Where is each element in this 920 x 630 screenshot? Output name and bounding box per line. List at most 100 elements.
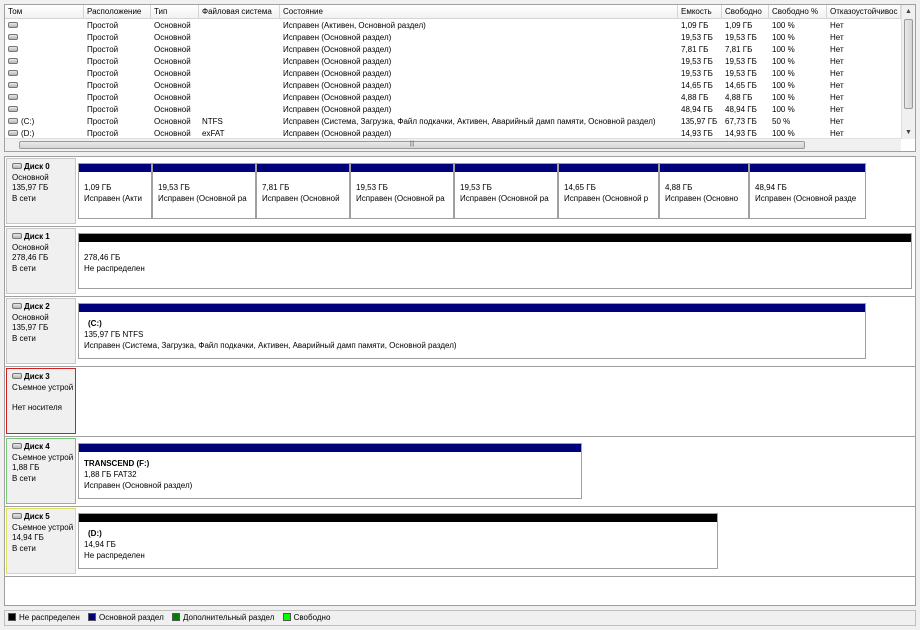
table-row[interactable]: Простой Основной Исправен (Основной раздел… <box>5 92 901 104</box>
disk-label-3[interactable]: Диск 3 Съемное устрой Нет носителя <box>6 368 76 434</box>
cell-volume <box>5 92 84 104</box>
legend: Не распределен Основной раздел Дополните… <box>4 610 916 626</box>
unallocated-block-d[interactable]: (D:) 14,94 ГБ Не распределен <box>78 513 718 569</box>
cell-fault-tolerance: Нет <box>830 33 844 42</box>
disk-label-2[interactable]: Диск 2 Основной 135,97 ГБ В сети <box>6 298 76 364</box>
column-header-volume[interactable]: Том <box>5 5 84 19</box>
disk-label-5[interactable]: Диск 5 Съемное устрой 14,94 ГБ В сети <box>6 508 76 574</box>
column-header-capacity[interactable]: Емкость <box>678 5 722 19</box>
partition-block[interactable]: 48,94 ГБ Исправен (Основной разде <box>749 163 866 219</box>
column-header-file-system[interactable]: Файловая система <box>199 5 280 19</box>
cell-free-percent: 100 % <box>772 45 795 54</box>
unallocated-block[interactable]: 278,46 ГБ Не распределен <box>78 233 912 289</box>
cell-layout: Простой <box>87 93 119 102</box>
cell-free-percent: 100 % <box>772 81 795 90</box>
disk-name: Диск 3 <box>12 372 75 383</box>
cell-type: Основной <box>154 57 191 66</box>
partition-size: 14,94 ГБ <box>84 540 116 549</box>
disk-status: В сети <box>12 333 36 343</box>
column-header-free[interactable]: Свободно <box>722 5 769 19</box>
table-row[interactable]: Простой Основной Исправен (Основной раздел… <box>5 44 901 56</box>
cell-free: 19,53 ГБ <box>725 69 757 78</box>
disk-type: Съемное устрой <box>12 522 74 532</box>
cell-status: Исправен (Основной раздел) <box>283 33 392 42</box>
cell-status: Исправен (Основной раздел) <box>283 57 392 66</box>
table-row[interactable]: Простой Основной Исправен (Основной раздел… <box>5 80 901 92</box>
partition-size: 19,53 ГБ <box>460 183 492 192</box>
cell-free: 67,73 ГБ <box>725 117 757 126</box>
cell-status: Исправен (Система, Загрузка, Файл подкач… <box>283 117 656 126</box>
column-header-type[interactable]: Тип <box>151 5 199 19</box>
volume-icon <box>8 117 18 124</box>
legend-item-extended: Дополнительный раздел <box>171 611 274 625</box>
disk-status: Нет носителя <box>12 403 62 412</box>
table-row[interactable]: Простой Основной Исправен (Основной раздел… <box>5 104 901 116</box>
cell-type: Основной <box>154 81 191 90</box>
volume-icon <box>8 105 18 112</box>
cell-status: Исправен (Активен, Основной раздел) <box>283 21 426 30</box>
partition-size: 19,53 ГБ <box>356 183 388 192</box>
partition-block[interactable]: 14,65 ГБ Исправен (Основной р <box>558 163 659 219</box>
table-row[interactable]: Простой Основной Исправен (Основной раздел… <box>5 56 901 68</box>
disk-label-0[interactable]: Диск 0 Основной 135,97 ГБ В сети <box>6 158 76 224</box>
cell-fault-tolerance: Нет <box>830 69 844 78</box>
disk-size: 278,46 ГБ <box>12 253 49 262</box>
column-header-free-percent[interactable]: Свободно % <box>769 5 827 19</box>
disk-row-4: Диск 4 Съемное устрой 1,88 ГБ В сети TRA… <box>5 437 915 507</box>
volume-list-horizontal-scrollbar[interactable]: ||| <box>5 138 901 151</box>
table-row[interactable]: Простой Основной Исправен (Основной раздел… <box>5 32 901 44</box>
cell-type: Основной <box>154 105 191 114</box>
cell-capacity: 7,81 ГБ <box>681 45 709 54</box>
partition-state: Исправен (Основной ра <box>356 194 445 203</box>
legend-swatch <box>171 613 180 621</box>
cell-volume <box>5 80 84 92</box>
disk-row-2: Диск 2 Основной 135,97 ГБ В сети (C:) 135… <box>5 297 915 367</box>
cell-layout: Простой <box>87 33 119 42</box>
cell-status: Исправен (Основной раздел) <box>283 81 392 90</box>
partition-block[interactable]: 19,53 ГБ Исправен (Основной ра <box>454 163 558 219</box>
cell-free: 4,88 ГБ <box>725 93 753 102</box>
scroll-up-arrow-icon[interactable]: ▲ <box>902 5 915 18</box>
partition-block[interactable]: 19,53 ГБ Исправен (Основной ра <box>152 163 256 219</box>
disk-type: Основной <box>12 172 49 182</box>
cell-type: Основной <box>154 117 191 126</box>
table-row[interactable]: Простой Основной Исправен (Активен, Основн… <box>5 20 901 32</box>
horizontal-scroll-thumb[interactable]: ||| <box>19 141 805 149</box>
column-header-fault-tolerance[interactable]: Отказоустойчивос <box>827 5 901 19</box>
cell-file-system: NTFS <box>202 117 223 126</box>
cell-file-system <box>199 32 280 44</box>
cell-capacity: 1,09 ГБ <box>681 21 709 30</box>
cell-free-percent: 100 % <box>772 33 795 42</box>
partition-block[interactable]: 7,81 ГБ Исправен (Основной <box>256 163 350 219</box>
disk-label-4[interactable]: Диск 4 Съемное устрой 1,88 ГБ В сети <box>6 438 76 504</box>
partition-block[interactable]: 1,09 ГБ Исправен (Акти <box>78 163 152 219</box>
volume-icon <box>8 129 18 136</box>
scroll-down-arrow-icon[interactable]: ▼ <box>902 126 915 139</box>
legend-item-unallocated: Не распределен <box>8 611 80 625</box>
volume-list-vertical-scrollbar[interactable]: ▲ ▼ <box>901 5 915 139</box>
partition-state: Исправен (Основной ра <box>460 194 549 203</box>
cell-fault-tolerance: Нет <box>830 81 844 90</box>
cell-capacity: 19,53 ГБ <box>681 69 713 78</box>
partition-size: 14,65 ГБ <box>564 183 596 192</box>
column-header-layout[interactable]: Расположение <box>84 5 151 19</box>
partition-block-c[interactable]: (C:) 135,97 ГБ NTFS Исправен (Система, Заг… <box>78 303 866 359</box>
cell-free: 14,65 ГБ <box>725 81 757 90</box>
disk-size: 135,97 ГБ <box>12 183 49 192</box>
cell-capacity: 4,88 ГБ <box>681 93 709 102</box>
partition-size: 278,46 ГБ <box>84 253 121 262</box>
partition-size: 1,09 ГБ <box>84 183 112 192</box>
disk-map: Диск 0 Основной 135,97 ГБ В сети 1,09 ГБ… <box>4 156 916 606</box>
cell-capacity: 19,53 ГБ <box>681 57 713 66</box>
vertical-scroll-thumb[interactable] <box>904 19 913 109</box>
table-row[interactable]: (C:) Простой Основной NTFS Исправен (Система… <box>5 116 901 128</box>
partition-block[interactable]: 19,53 ГБ Исправен (Основной ра <box>350 163 454 219</box>
table-row[interactable]: Простой Основной Исправен (Основной раздел… <box>5 68 901 80</box>
partition-block-f[interactable]: TRANSCEND (F:) 1,88 ГБ FAT32 Исправен (Осн… <box>78 443 582 499</box>
column-header-status[interactable]: Состояние <box>280 5 678 19</box>
disk-label-1[interactable]: Диск 1 Основной 278,46 ГБ В сети <box>6 228 76 294</box>
cell-status: Исправен (Основной раздел) <box>283 105 392 114</box>
partition-block[interactable]: 4,88 ГБ Исправен (Основно <box>659 163 749 219</box>
cell-fault-tolerance: Нет <box>830 117 844 126</box>
cell-file-system <box>199 68 280 80</box>
